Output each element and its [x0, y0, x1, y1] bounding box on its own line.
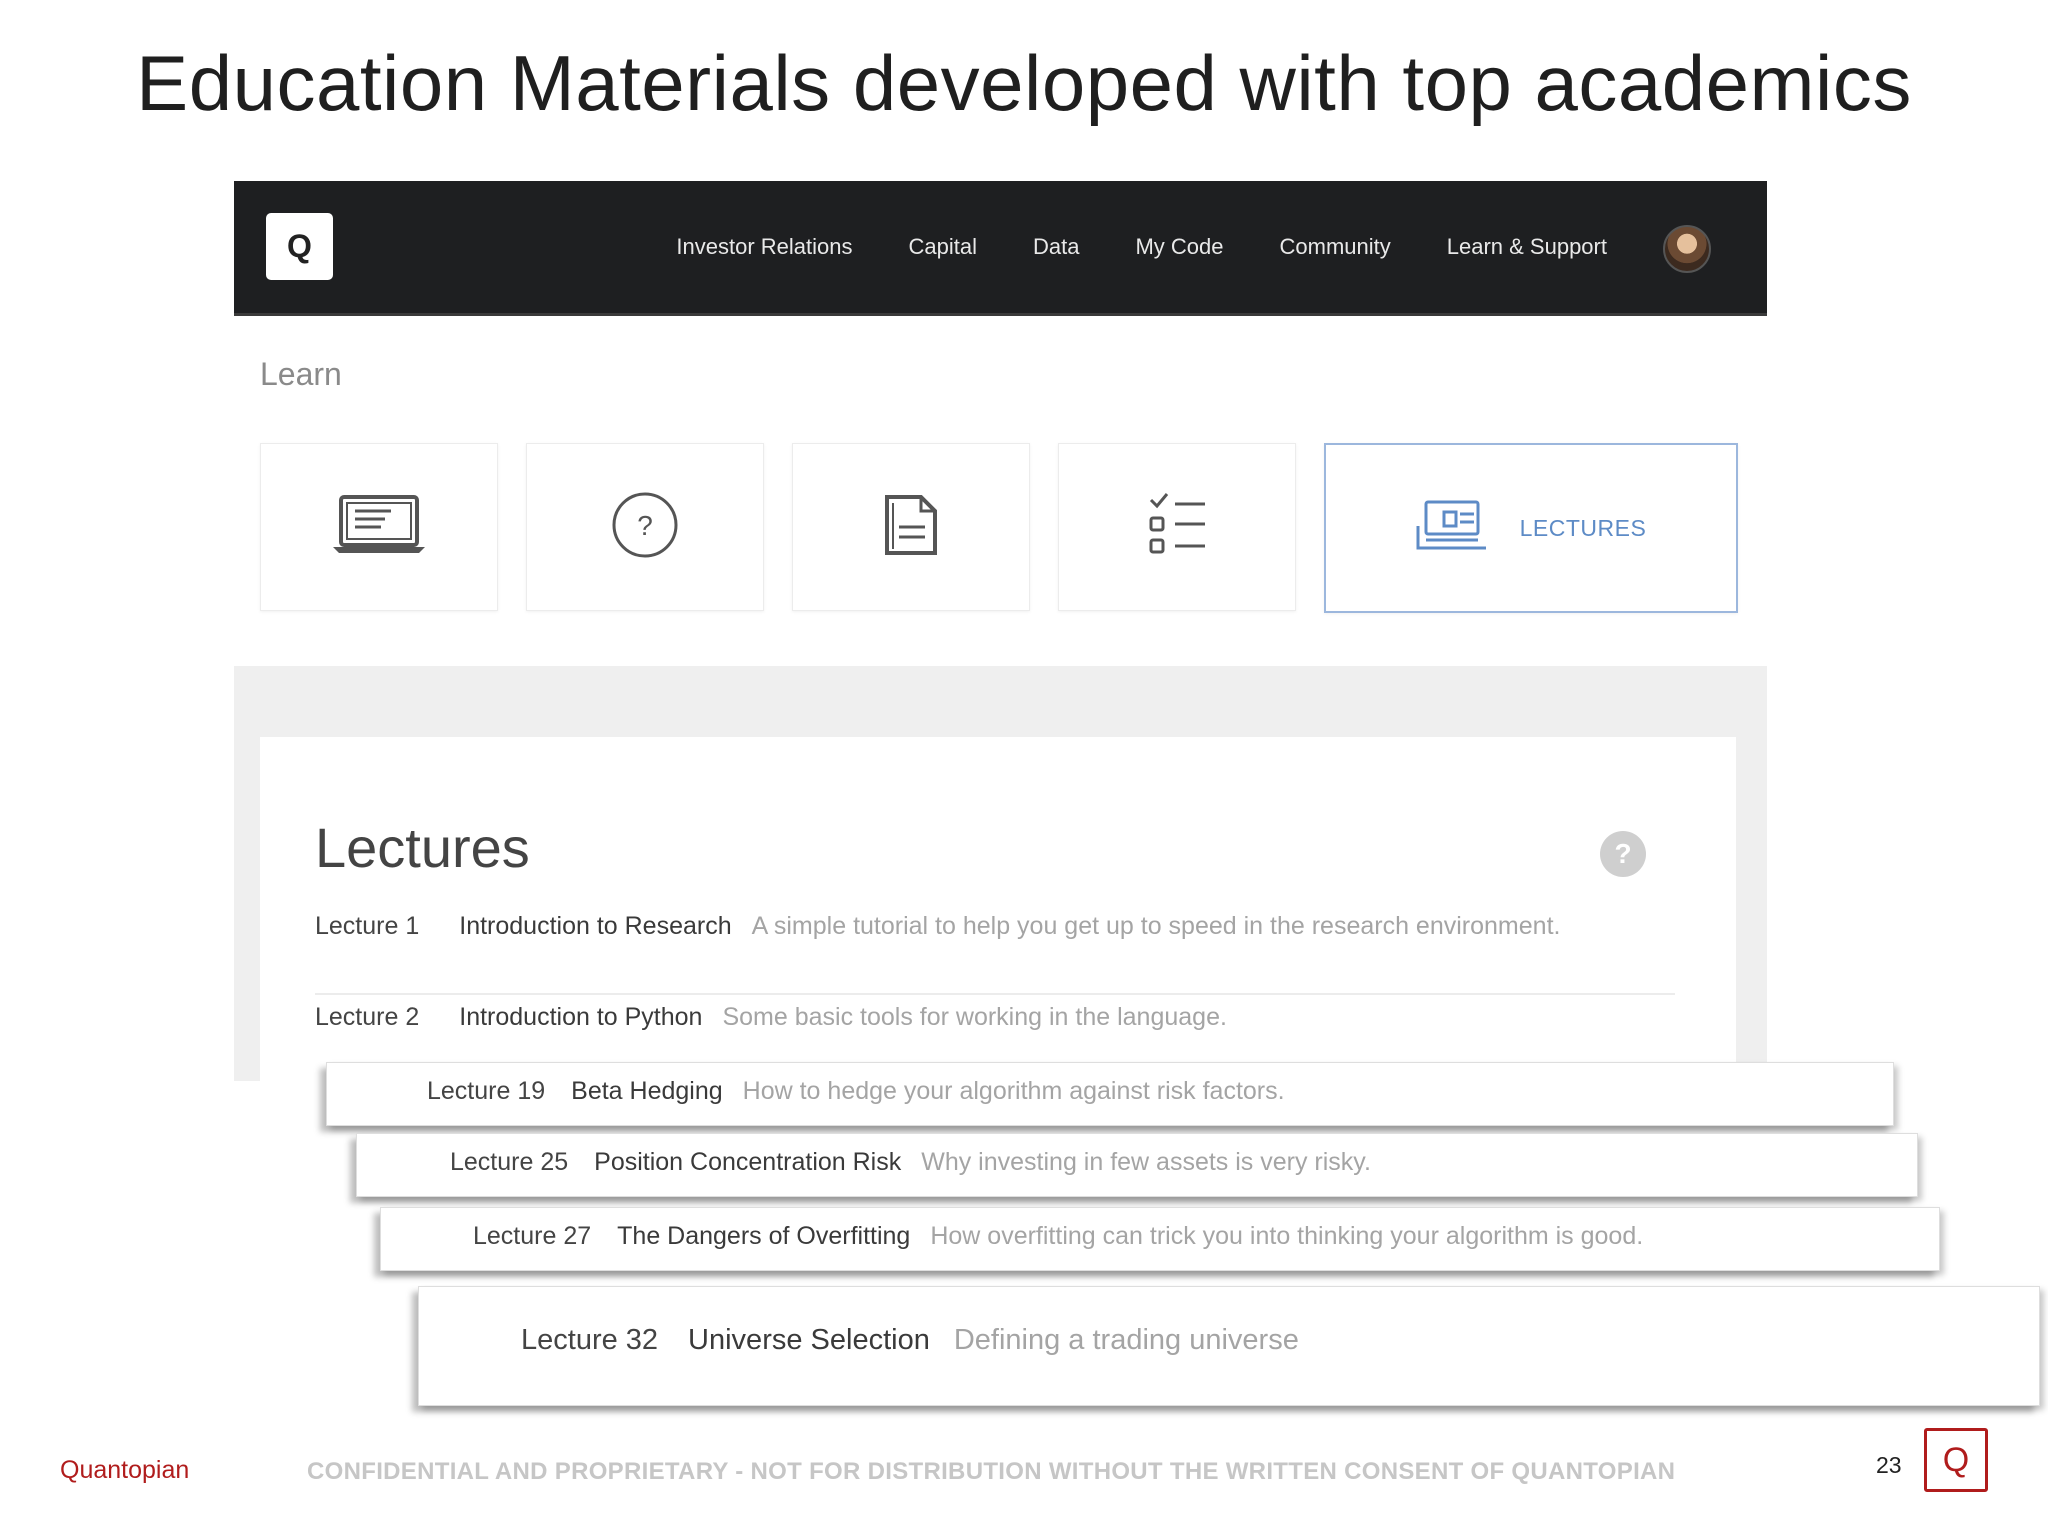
lecture-number: Lecture 1: [315, 912, 420, 940]
lecture-description: Some basic tools for working in the lang…: [722, 1003, 1227, 1031]
lecture-row: Lecture 32 Universe Selection Defining a t…: [521, 1324, 1299, 1357]
help-icon[interactable]: ?: [1600, 831, 1646, 877]
checklist-icon: [1145, 490, 1209, 565]
footer-logo: Q: [1924, 1428, 1988, 1492]
lecture-title[interactable]: The Dangers of Overfitting: [617, 1222, 910, 1250]
nav-capital[interactable]: Capital: [909, 234, 977, 260]
stacked-lecture-card[interactable]: Lecture 27 The Dangers of Overfitting How …: [380, 1207, 1940, 1271]
nav-learn-support[interactable]: Learn & Support: [1447, 234, 1607, 260]
row-divider: [315, 993, 1675, 995]
card-tutorials[interactable]: [260, 443, 498, 611]
quantopian-logo[interactable]: Q: [266, 213, 333, 280]
lecture-number: Lecture 32: [521, 1324, 659, 1356]
lecture-row: Lecture 25 Position Concentration Risk Why…: [450, 1148, 1371, 1177]
lecture-number: Lecture 19: [427, 1077, 546, 1105]
lecture-description: A simple tutorial to help you get up to …: [751, 912, 1561, 940]
user-avatar[interactable]: [1663, 225, 1711, 273]
lecture-number: Lecture 27: [473, 1222, 592, 1250]
app-screenshot: Q Investor Relations Capital Data My Cod…: [234, 181, 1767, 1081]
lecture-description: How to hedge your algorithm against risk…: [742, 1077, 1285, 1105]
footer-confidential-notice: CONFIDENTIAL AND PROPRIETARY - NOT FOR D…: [307, 1458, 1676, 1485]
lectures-icon: [1416, 498, 1488, 559]
stacked-lecture-card[interactable]: Lecture 25 Position Concentration Risk Why…: [356, 1133, 1918, 1197]
question-circle-icon: ?: [610, 490, 680, 565]
top-navbar: Q Investor Relations Capital Data My Cod…: [234, 181, 1767, 316]
lecture-number: Lecture 25: [450, 1148, 569, 1176]
lecture-title[interactable]: Introduction to Research: [459, 912, 731, 940]
lecture-number: Lecture 2: [315, 1003, 420, 1031]
card-lectures[interactable]: LECTURES: [1324, 443, 1738, 613]
lecture-title[interactable]: Beta Hedging: [571, 1077, 723, 1105]
lecture-row: Lecture 19 Beta Hedging How to hedge your …: [427, 1077, 1285, 1106]
lecture-title[interactable]: Universe Selection: [688, 1324, 930, 1356]
card-checklist[interactable]: [1058, 443, 1296, 611]
lectures-panel: Lectures ? Lecture 1 Introduction to Rese…: [260, 737, 1736, 1081]
nav-investor-relations[interactable]: Investor Relations: [676, 234, 852, 260]
slide-page-number: 23: [1876, 1452, 1902, 1478]
footer-brand: Quantopian: [60, 1456, 190, 1484]
svg-text:?: ?: [637, 510, 653, 541]
lecture-description: Why investing in few assets is very risk…: [921, 1148, 1371, 1176]
lecture-title[interactable]: Introduction to Python: [459, 1003, 702, 1031]
lectures-heading: Lectures: [315, 816, 530, 879]
nav-community[interactable]: Community: [1280, 234, 1391, 260]
nav-my-code[interactable]: My Code: [1135, 234, 1223, 260]
page-title: Learn: [260, 356, 342, 392]
slide-title: Education Materials developed with top a…: [136, 39, 1912, 127]
nav-data[interactable]: Data: [1033, 234, 1079, 260]
lecture-title[interactable]: Position Concentration Risk: [594, 1148, 901, 1176]
stacked-lecture-card[interactable]: Lecture 32 Universe Selection Defining a t…: [418, 1286, 2040, 1406]
nav-links: Investor Relations Capital Data My Code …: [620, 181, 1607, 313]
lecture-description: Defining a trading universe: [953, 1324, 1299, 1356]
document-icon: [881, 493, 941, 562]
lecture-row: Lecture 27 The Dangers of Overfitting How …: [473, 1222, 1643, 1251]
lecture-description: How overfitting can trick you into think…: [930, 1222, 1644, 1250]
card-documentation[interactable]: [792, 443, 1030, 611]
lectures-card-label: LECTURES: [1519, 514, 1647, 541]
card-help[interactable]: ?: [526, 443, 764, 611]
lecture-row[interactable]: Lecture 1 Introduction to Research A simpl…: [315, 912, 1560, 941]
laptop-icon: [331, 493, 427, 562]
stacked-lecture-card[interactable]: Lecture 19 Beta Hedging How to hedge your …: [326, 1062, 1894, 1126]
lecture-row[interactable]: Lecture 2 Introduction to Python Some basi…: [315, 1003, 1227, 1032]
